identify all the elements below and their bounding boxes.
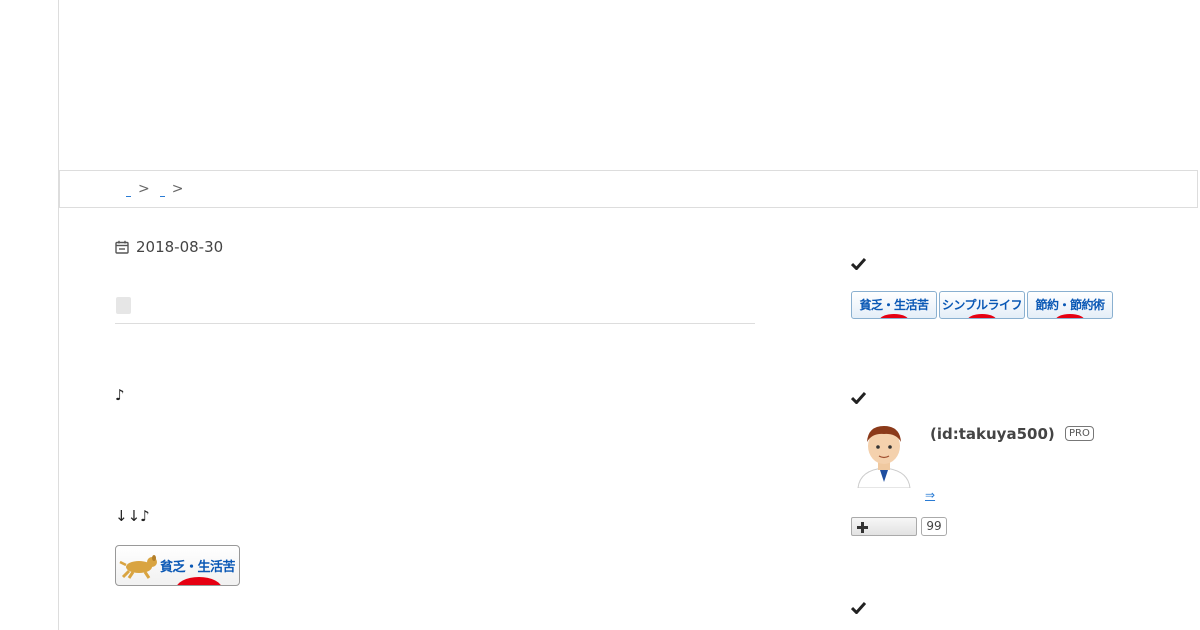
banner-label: 貧乏・生活苦 — [160, 560, 236, 575]
banner-label: 節約・節約術 — [1035, 298, 1105, 312]
article-text-line: ♪ — [115, 386, 125, 404]
banner-label: シンプルライフ — [941, 298, 1023, 312]
ranking-banner-poverty[interactable]: 貧乏・生活苦 — [851, 291, 937, 319]
title-divider — [115, 323, 755, 324]
ranking-banner-simple-life[interactable]: シンプルライフ — [939, 291, 1025, 319]
avatar[interactable] — [852, 420, 916, 488]
breadcrumb-link-category[interactable] — [159, 186, 165, 197]
banner-red-shape — [879, 314, 909, 318]
article-text-line: ↓↓♪ — [115, 507, 150, 525]
breadcrumb-separator: > — [171, 181, 184, 197]
blog-page: > > 2018-08-30 ♪ ↓↓♪ 貧乏・生活苦 貧乏・生活苦 シンプルラ… — [0, 0, 1200, 630]
check-icon — [851, 391, 866, 404]
banner-red-shape — [1055, 314, 1085, 318]
plus-icon — [857, 522, 868, 533]
date-text: 2018-08-30 — [136, 238, 224, 256]
subscribe-button[interactable] — [851, 517, 917, 536]
article-date: 2018-08-30 — [115, 238, 223, 256]
profile-link[interactable]: ⇒ — [925, 488, 935, 502]
subscriber-count: 99 — [921, 517, 947, 536]
breadcrumb: > > — [59, 170, 1198, 208]
category-tag[interactable] — [116, 297, 131, 314]
banner-label: 貧乏・生活苦 — [859, 298, 929, 312]
banner-red-shape — [967, 314, 997, 318]
breadcrumb-separator: > — [138, 181, 150, 197]
pro-badge: PRO — [1065, 426, 1094, 441]
profile-id[interactable]: (id:takuya500) — [930, 425, 1055, 443]
check-icon — [851, 257, 866, 270]
banner-red-shape — [176, 577, 222, 585]
header-area — [59, 0, 1200, 170]
ranking-banner-saving[interactable]: 節約・節約術 — [1027, 291, 1113, 319]
breadcrumb-link-top[interactable] — [126, 186, 131, 197]
dog-icon — [119, 555, 157, 579]
check-icon — [851, 601, 866, 614]
ranking-banner-article[interactable]: 貧乏・生活苦 — [115, 545, 240, 586]
calendar-icon — [115, 240, 129, 254]
